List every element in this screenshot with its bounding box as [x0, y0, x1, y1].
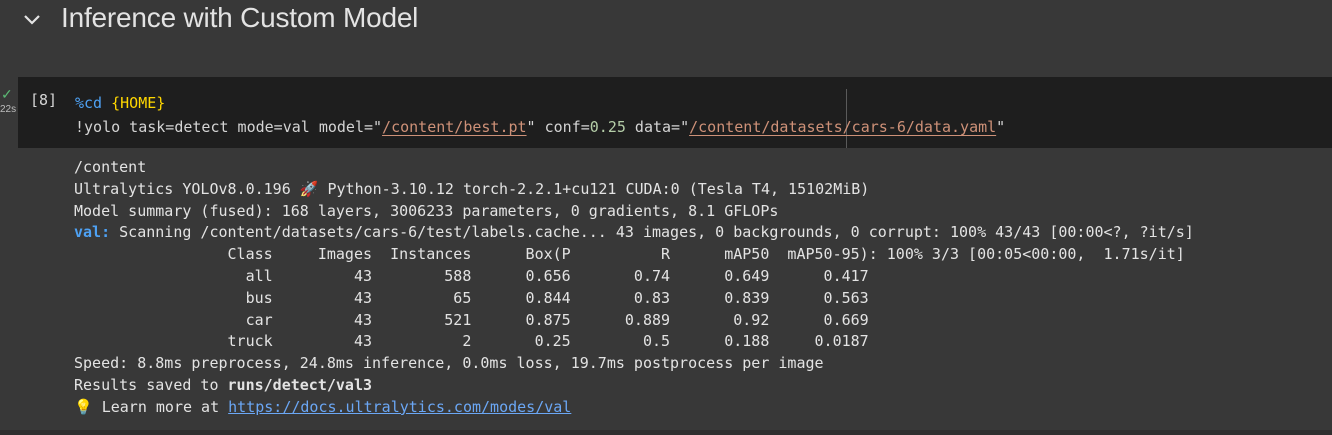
code-text: data=" [625, 118, 690, 136]
magic-command: %cd [75, 94, 103, 112]
section-title: Inference with Custom Model [61, 2, 419, 33]
table-row: car 43 521 0.875 0.889 0.92 0.669 [74, 310, 869, 329]
table-row: all 43 588 0.656 0.74 0.649 0.417 [74, 266, 869, 285]
execution-count[interactable]: [8] [30, 91, 57, 109]
model-path: /content/best.pt [382, 118, 527, 136]
code-line-2: !yolo task=detect mode=val model="/conte… [75, 115, 1005, 139]
code-text: " conf= [526, 118, 590, 136]
conf-value: 0.25 [589, 118, 626, 136]
data-path: /content/datasets/cars-6/data.yaml [689, 118, 997, 136]
table-row: truck 43 2 0.25 0.5 0.188 0.0187 [74, 332, 869, 351]
table-header: Class Images Instances Box(P R mAP50 mAP… [74, 245, 1185, 264]
learn-more-label: Learn more at [92, 397, 229, 416]
chevron-down-icon[interactable] [22, 11, 42, 29]
output-val-scan: val: Scanning /content/datasets/cars-6/t… [74, 222, 1194, 244]
val-label: val: [74, 223, 111, 242]
code-text: " [996, 118, 1006, 136]
cell-output: /content Ultralytics YOLOv8.0.196 🚀 Pytho… [74, 157, 1194, 419]
output-results-saved: Results saved to runs/detect/val3 [74, 375, 1194, 397]
output-speed: Speed: 8.8ms preprocess, 24.8ms inferenc… [74, 354, 824, 373]
section-header: Inference with Custom Model [0, 0, 1332, 40]
val-scan-text: Scanning /content/datasets/cars-6/test/l… [110, 223, 1194, 242]
results-path: runs/detect/val3 [227, 375, 373, 394]
table-row: bus 43 65 0.844 0.83 0.839 0.563 [74, 288, 869, 307]
docs-link[interactable]: https://docs.ultralytics.com/modes/val [228, 398, 571, 416]
cell-divider [0, 430, 1332, 435]
code-line-1: %cd {HOME} [75, 91, 1005, 115]
cell-run-status: ✓ 22s [0, 86, 18, 120]
results-saved-label: Results saved to [74, 375, 228, 394]
output-model-summary: Model summary (fused): 168 layers, 30062… [74, 201, 779, 220]
output-version: Ultralytics YOLOv8.0.196 🚀 Python-3.10.1… [74, 179, 870, 198]
lightbulb-icon: 💡 [74, 397, 93, 416]
check-icon: ✓ [1, 86, 13, 102]
code-text: !yolo task=detect mode=val model=" [75, 118, 383, 136]
output-cwd: /content [74, 158, 147, 176]
output-learn-more: 💡 Learn more at https://docs.ultralytics… [74, 397, 1194, 419]
execution-time: 22s [0, 104, 17, 115]
code-content[interactable]: %cd {HOME} !yolo task=detect mode=val mod… [75, 91, 1005, 139]
magic-argument: {HOME} [111, 94, 166, 112]
